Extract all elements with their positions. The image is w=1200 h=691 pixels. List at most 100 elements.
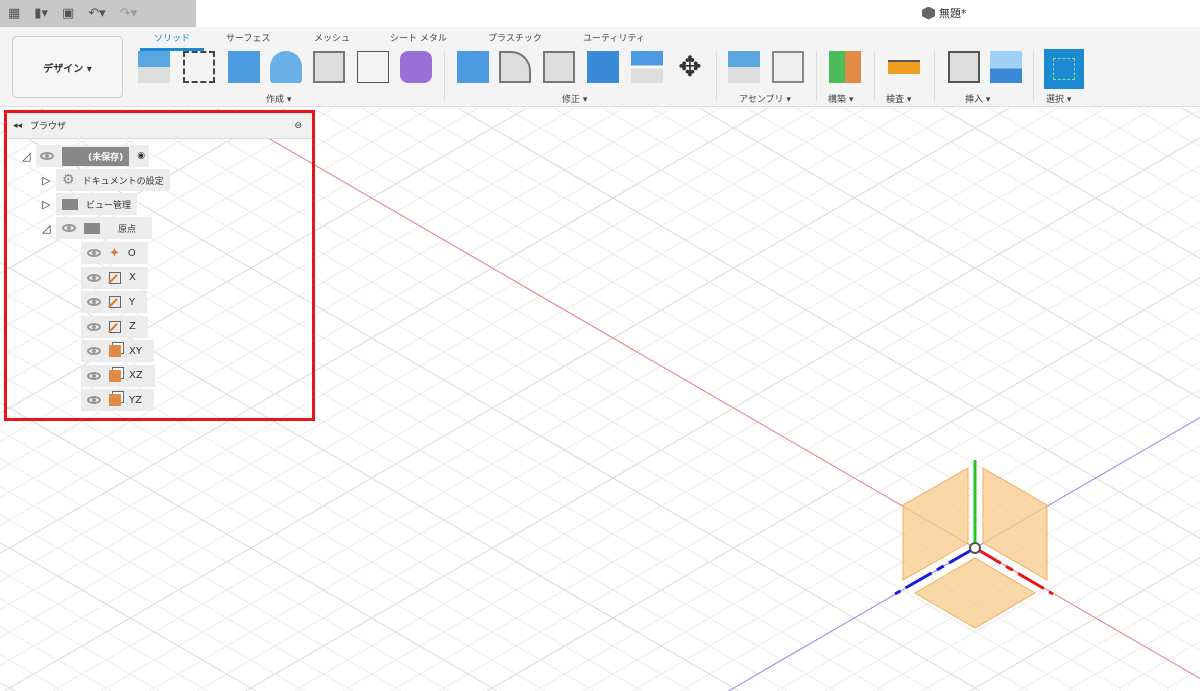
yz-plane[interactable] <box>902 467 969 581</box>
create-menu[interactable]: 作成 ▾ <box>266 92 291 105</box>
expanded-triangle-icon[interactable]: ◿ <box>42 222 56 235</box>
folder-icon <box>62 198 78 210</box>
tree-item-origin-x[interactable]: X <box>81 266 148 289</box>
visibility-eye-icon[interactable] <box>87 371 101 380</box>
tree-item-origin-xy[interactable]: XY <box>81 340 154 362</box>
browser-title: ブラウザ <box>30 122 67 132</box>
select-menu[interactable]: 選択 ▾ <box>1046 92 1071 105</box>
tree-item-origin-z[interactable]: Z <box>81 315 148 338</box>
grid-icon[interactable]: ▦ <box>8 6 20 21</box>
visibility-eye-icon[interactable] <box>87 396 101 404</box>
tree-item-origin-yz[interactable]: YZ <box>81 389 154 411</box>
grid-line <box>535 305 1200 691</box>
divider <box>444 51 445 101</box>
visibility-eye-icon[interactable] <box>87 273 101 282</box>
shell-icon[interactable] <box>543 51 575 83</box>
save-icon[interactable]: ▣ <box>62 6 74 21</box>
hole-icon[interactable] <box>313 51 345 83</box>
extrude-icon[interactable] <box>228 51 260 83</box>
combine-icon[interactable] <box>587 51 619 83</box>
inspect-menu[interactable]: 検査 ▾ <box>886 92 911 105</box>
document-icon <box>922 6 935 20</box>
workspace-dropdown[interactable]: デザイン ▾ <box>12 36 123 98</box>
tree-item-origin[interactable]: ◿ 原点 <box>42 217 153 239</box>
document-title: 無題* <box>922 5 967 21</box>
visibility-eye-icon[interactable] <box>87 298 101 306</box>
grid-line <box>1181 108 1200 119</box>
grid-line <box>0 374 546 691</box>
quick-access-toolbar: ▦ ▮▾ ▣ ↶▾ ↷▾ <box>0 0 196 27</box>
split-body-icon[interactable] <box>631 51 663 83</box>
minimize-icon[interactable]: ⊖ <box>294 121 302 131</box>
tree-root[interactable]: ◿ (未保存) ◉ <box>22 145 150 167</box>
undo-icon[interactable]: ↶▾ <box>88 6 105 21</box>
grid-line <box>891 108 1200 287</box>
grid-line <box>486 277 1200 691</box>
redo-icon[interactable]: ↷▾ <box>120 6 137 21</box>
origin-point[interactable] <box>969 542 981 554</box>
folder-icon <box>84 222 100 234</box>
activate-radio-icon[interactable]: ◉ <box>137 151 145 161</box>
grid-line <box>583 333 1200 691</box>
tab-sheet-metal[interactable]: シート メタル <box>390 31 447 44</box>
grid-line <box>1017 585 1200 691</box>
divider <box>816 51 817 101</box>
grid-line <box>0 514 305 691</box>
move-icon[interactable]: ✥ <box>674 51 706 83</box>
visibility-eye-icon[interactable] <box>87 322 101 331</box>
tab-mesh[interactable]: メッシュ <box>314 31 350 44</box>
grid-line <box>312 108 1200 623</box>
grid-line <box>0 626 112 691</box>
grid-line <box>1162 669 1200 691</box>
axis-icon <box>109 320 121 333</box>
axis-icon <box>109 271 121 284</box>
insert-menu[interactable]: 挿入 ▾ <box>965 92 990 105</box>
grid-line <box>360 108 1200 595</box>
root-component-label[interactable]: (未保存) <box>62 146 130 166</box>
tab-surface[interactable]: サーフェス <box>226 31 270 44</box>
create-sketch-icon[interactable] <box>183 51 215 83</box>
tree-item-origin-y[interactable]: Y <box>81 291 148 313</box>
collapsed-triangle-icon[interactable]: ▷ <box>42 198 56 211</box>
tab-plastic[interactable]: プラスチック <box>488 31 542 44</box>
expanded-triangle-icon[interactable]: ◿ <box>22 150 36 163</box>
tree-item-origin-o[interactable]: ✦ O <box>81 242 148 264</box>
new-component-icon[interactable] <box>728 51 760 83</box>
xz-plane[interactable] <box>982 467 1048 581</box>
revolve-icon[interactable] <box>270 51 302 83</box>
form-icon[interactable] <box>400 51 432 83</box>
divider <box>716 51 717 101</box>
collapse-icon[interactable]: ◂◂ <box>13 121 22 131</box>
new-component-icon[interactable] <box>138 51 170 83</box>
tree-item-document-settings[interactable]: ▷ ⚙ ドキュメントの設定 <box>42 169 170 191</box>
fillet-icon[interactable] <box>499 51 531 83</box>
collapsed-triangle-icon[interactable]: ▷ <box>42 174 56 187</box>
file-icon[interactable]: ▮▾ <box>34 6 48 21</box>
grid-line <box>1114 641 1200 691</box>
visibility-eye-icon[interactable] <box>62 224 76 232</box>
joint-icon[interactable] <box>772 51 804 83</box>
insert-image-icon[interactable] <box>990 51 1022 83</box>
select-icon[interactable] <box>1044 49 1084 89</box>
visibility-eye-icon[interactable] <box>40 152 54 160</box>
tree-item-origin-xz[interactable]: XZ <box>81 364 155 387</box>
grid-line <box>341 193 1200 691</box>
construct-menu[interactable]: 構築 ▾ <box>828 92 853 105</box>
press-pull-icon[interactable] <box>457 51 489 83</box>
offset-plane-icon[interactable] <box>829 51 861 83</box>
pattern-icon[interactable] <box>357 51 389 83</box>
tree-item-named-views[interactable]: ▷ ビュー管理 <box>42 193 138 215</box>
modify-menu[interactable]: 修正 ▾ <box>562 92 587 105</box>
measure-icon[interactable] <box>888 60 920 74</box>
grid-line <box>390 221 1200 691</box>
tab-utility[interactable]: ユーティリティ <box>583 31 645 44</box>
visibility-eye-icon[interactable] <box>87 347 101 355</box>
insert-derive-icon[interactable] <box>948 51 980 83</box>
xy-plane[interactable] <box>914 557 1036 629</box>
grid-line <box>0 402 498 691</box>
grid-line <box>0 430 450 691</box>
visibility-eye-icon[interactable] <box>87 249 101 257</box>
grid-line <box>457 108 1200 539</box>
tab-solid[interactable]: ソリッド <box>140 31 205 51</box>
assemble-menu[interactable]: アセンブリ ▾ <box>739 92 791 105</box>
